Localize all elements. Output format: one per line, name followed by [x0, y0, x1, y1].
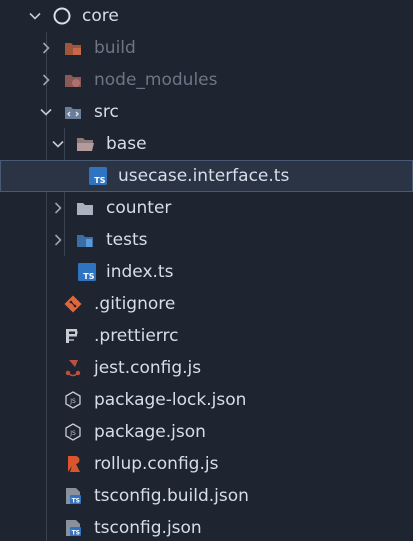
jest-icon	[65, 360, 81, 377]
tree-item-prettierrc[interactable]: .prettierrc	[0, 320, 413, 352]
folder-src-icon	[65, 107, 81, 119]
tree-item-build[interactable]: build	[0, 32, 413, 64]
tree-item-index-ts[interactable]: TS index.ts	[0, 256, 413, 288]
tree-item-src[interactable]: src	[0, 96, 413, 128]
prettier-icon	[66, 329, 78, 343]
chevron-down-icon	[40, 108, 52, 116]
tree-item-label: base	[106, 134, 147, 154]
svg-text:TS: TS	[72, 498, 80, 505]
tree-item-label: src	[94, 102, 119, 122]
tsconfig-icon: TS	[66, 520, 81, 537]
folder-icon	[77, 203, 93, 215]
tree-item-label: index.ts	[106, 262, 174, 282]
chevron-down-icon	[29, 12, 41, 20]
svg-text:TS: TS	[83, 272, 94, 281]
tree-item-label: .gitignore	[94, 294, 176, 314]
tree-item-node-modules[interactable]: node_modules	[0, 64, 413, 96]
tree-item-package-lock-json[interactable]: JS package-lock.json	[0, 384, 413, 416]
tree-item-package-json[interactable]: JS package.json	[0, 416, 413, 448]
svg-text:JS: JS	[69, 430, 76, 437]
folder-node-icon	[65, 75, 81, 87]
tree-item-base[interactable]: base	[0, 128, 413, 160]
file-explorer: core build node_modules src base TS usec…	[0, 0, 413, 541]
svg-text:JS: JS	[69, 398, 76, 405]
tree-item-jest-config-js[interactable]: jest.config.js	[0, 352, 413, 384]
chevron-down-icon	[52, 140, 64, 148]
typescript-icon: TS	[78, 263, 96, 281]
chevron-right-icon	[54, 202, 62, 214]
nodejs-icon: JS	[65, 391, 81, 409]
chevron-right-icon	[54, 234, 62, 246]
tree-item-label: package-lock.json	[94, 390, 247, 410]
svg-text:TS: TS	[94, 176, 105, 185]
rollup-icon	[68, 455, 80, 472]
nodejs-icon: JS	[65, 423, 81, 441]
tree-item-label: .prettierrc	[94, 326, 179, 346]
tree-item-label: tests	[106, 230, 148, 250]
folder-build-icon	[65, 43, 81, 55]
tree-item-tsconfig-build-json[interactable]: TS tsconfig.build.json	[0, 480, 413, 512]
chevron-right-icon	[42, 42, 50, 54]
folder-test-icon	[77, 235, 93, 247]
tree-item-label: jest.config.js	[94, 358, 202, 378]
tree-item-label: node_modules	[94, 70, 218, 90]
typescript-icon: TS	[89, 167, 107, 185]
tree-item-counter[interactable]: counter	[0, 192, 413, 224]
tree-item-tsconfig-json[interactable]: TS tsconfig.json	[0, 512, 413, 541]
tree-item-label: core	[82, 6, 119, 26]
tree-item-usecase-interface-ts[interactable]: TS usecase.interface.ts	[0, 160, 413, 192]
folder-open-icon	[77, 138, 94, 151]
svg-text:TS: TS	[72, 530, 80, 537]
tree-item-label: counter	[106, 198, 172, 218]
git-icon	[64, 295, 82, 313]
tree-item-gitignore[interactable]: .gitignore	[0, 288, 413, 320]
circle-outline-icon	[53, 7, 71, 25]
tree-item-label: package.json	[94, 422, 206, 442]
tree-item-label: tsconfig.json	[94, 518, 202, 538]
tree-item-label: tsconfig.build.json	[94, 486, 249, 506]
tree-item-label: usecase.interface.ts	[118, 166, 290, 186]
tsconfig-icon: TS	[66, 488, 81, 505]
tree-item-rollup-config-js[interactable]: rollup.config.js	[0, 448, 413, 480]
tree-item-label: build	[94, 38, 136, 58]
tree-root-core[interactable]: core	[0, 0, 413, 32]
chevron-right-icon	[42, 74, 50, 86]
tree-item-tests[interactable]: tests	[0, 224, 413, 256]
tree-item-label: rollup.config.js	[94, 454, 219, 474]
